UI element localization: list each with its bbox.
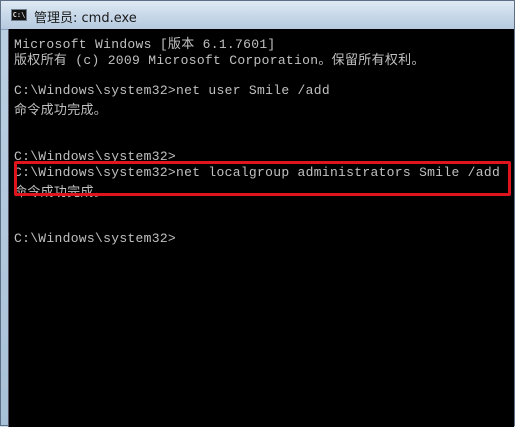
window-title: 管理员: cmd.exe — [34, 11, 137, 26]
console-line: 版权所有 (c) 2009 Microsoft Corporation。保留所有… — [14, 53, 425, 68]
console-line: Microsoft Windows [版本 6.1.7601] — [14, 37, 276, 52]
console-line: C:\Windows\system32> — [14, 231, 177, 246]
title-bar[interactable]: C:\ 管理员: cmd.exe — [1, 1, 514, 30]
cmd-icon[interactable]: C:\ — [11, 9, 27, 21]
highlight-box — [14, 161, 511, 196]
console-line: 命令成功完成。 — [14, 103, 108, 118]
console-area[interactable]: Microsoft Windows [版本 6.1.7601] 版权所有 (c)… — [8, 29, 514, 427]
cmd-window: C:\ 管理员: cmd.exe Microsoft Windows [版本 6… — [0, 0, 515, 427]
console-line: C:\Windows\system32>net user Smile /add — [14, 83, 330, 98]
